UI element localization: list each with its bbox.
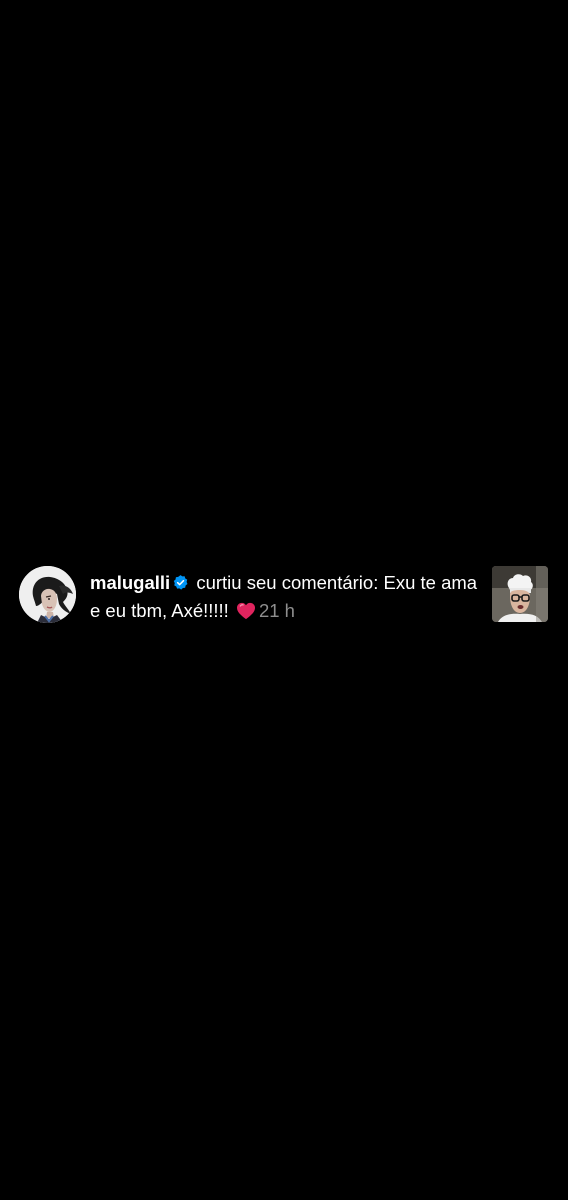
post-thumbnail-icon xyxy=(492,566,548,622)
username-link[interactable]: malugalli xyxy=(90,572,170,593)
profile-photo-icon xyxy=(19,566,76,623)
red-heart-emoji-icon xyxy=(236,602,255,620)
verified-badge-icon xyxy=(173,575,188,590)
notification-timestamp: 21 h xyxy=(258,600,295,621)
activity-notification-row[interactable]: malugalli curtiu seu comentário: Exu te … xyxy=(0,560,568,632)
user-avatar[interactable] xyxy=(19,566,76,623)
notification-text: malugalli curtiu seu comentário: Exu te … xyxy=(90,569,482,625)
post-thumbnail[interactable] xyxy=(492,566,548,622)
